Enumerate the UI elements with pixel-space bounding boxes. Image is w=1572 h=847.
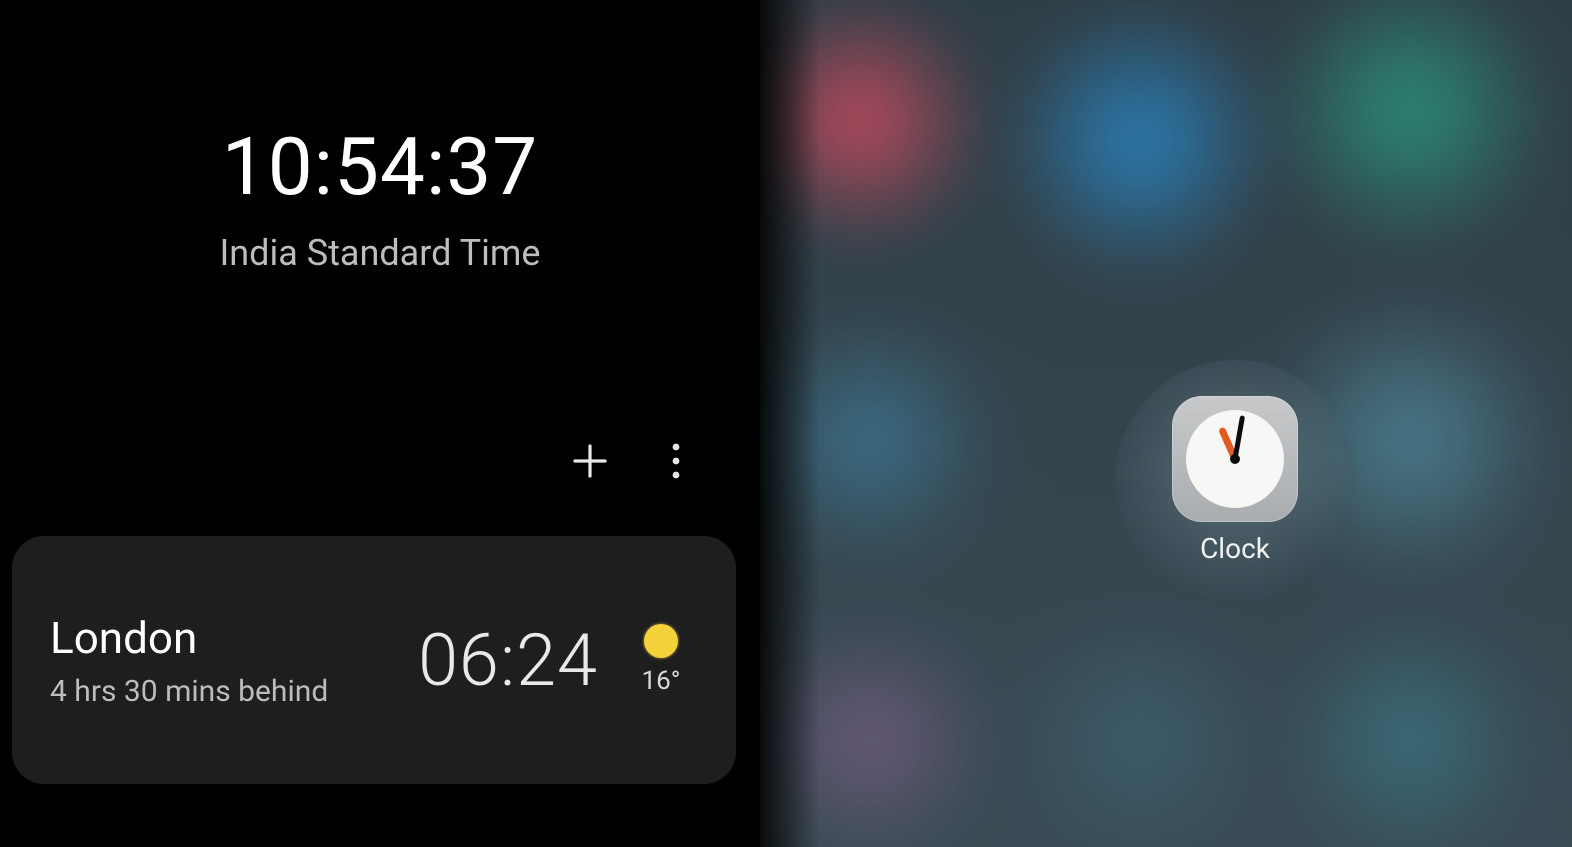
sun-icon [644,624,678,658]
panel-divider-fade [760,0,820,847]
world-clock-temperature: 16° [642,666,681,696]
clock-app-icon [1172,396,1298,522]
world-clock-info: London 4 hrs 30 mins behind [50,612,418,709]
clock-face-icon [1186,410,1284,508]
clock-actions-row [566,438,700,486]
main-clock-time: 10:54:37 [0,120,760,214]
world-clock-offset: 4 hrs 30 mins behind [50,674,418,709]
main-clock-timezone: India Standard Time [0,232,760,274]
world-clock-time: 06:24 [418,618,598,703]
homescreen-panel: Clock [760,0,1572,847]
more-vertical-icon [664,439,688,486]
plus-icon [569,440,611,485]
add-city-button[interactable] [566,438,614,486]
world-clock-weather: 16° [626,624,696,696]
focused-app-label: Clock [1200,532,1270,565]
clock-minute-hand-icon [1233,415,1246,459]
clock-pivot-icon [1230,454,1240,464]
clock-app-panel: 10:54:37 India Standard Time London 4 hr… [0,0,760,847]
world-clock-city: London [50,612,418,664]
main-clock: 10:54:37 India Standard Time [0,120,760,274]
more-options-button[interactable] [652,438,700,486]
world-clock-card[interactable]: London 4 hrs 30 mins behind 06:24 16° [12,536,736,784]
focused-app-bubble[interactable]: Clock [1115,360,1355,600]
